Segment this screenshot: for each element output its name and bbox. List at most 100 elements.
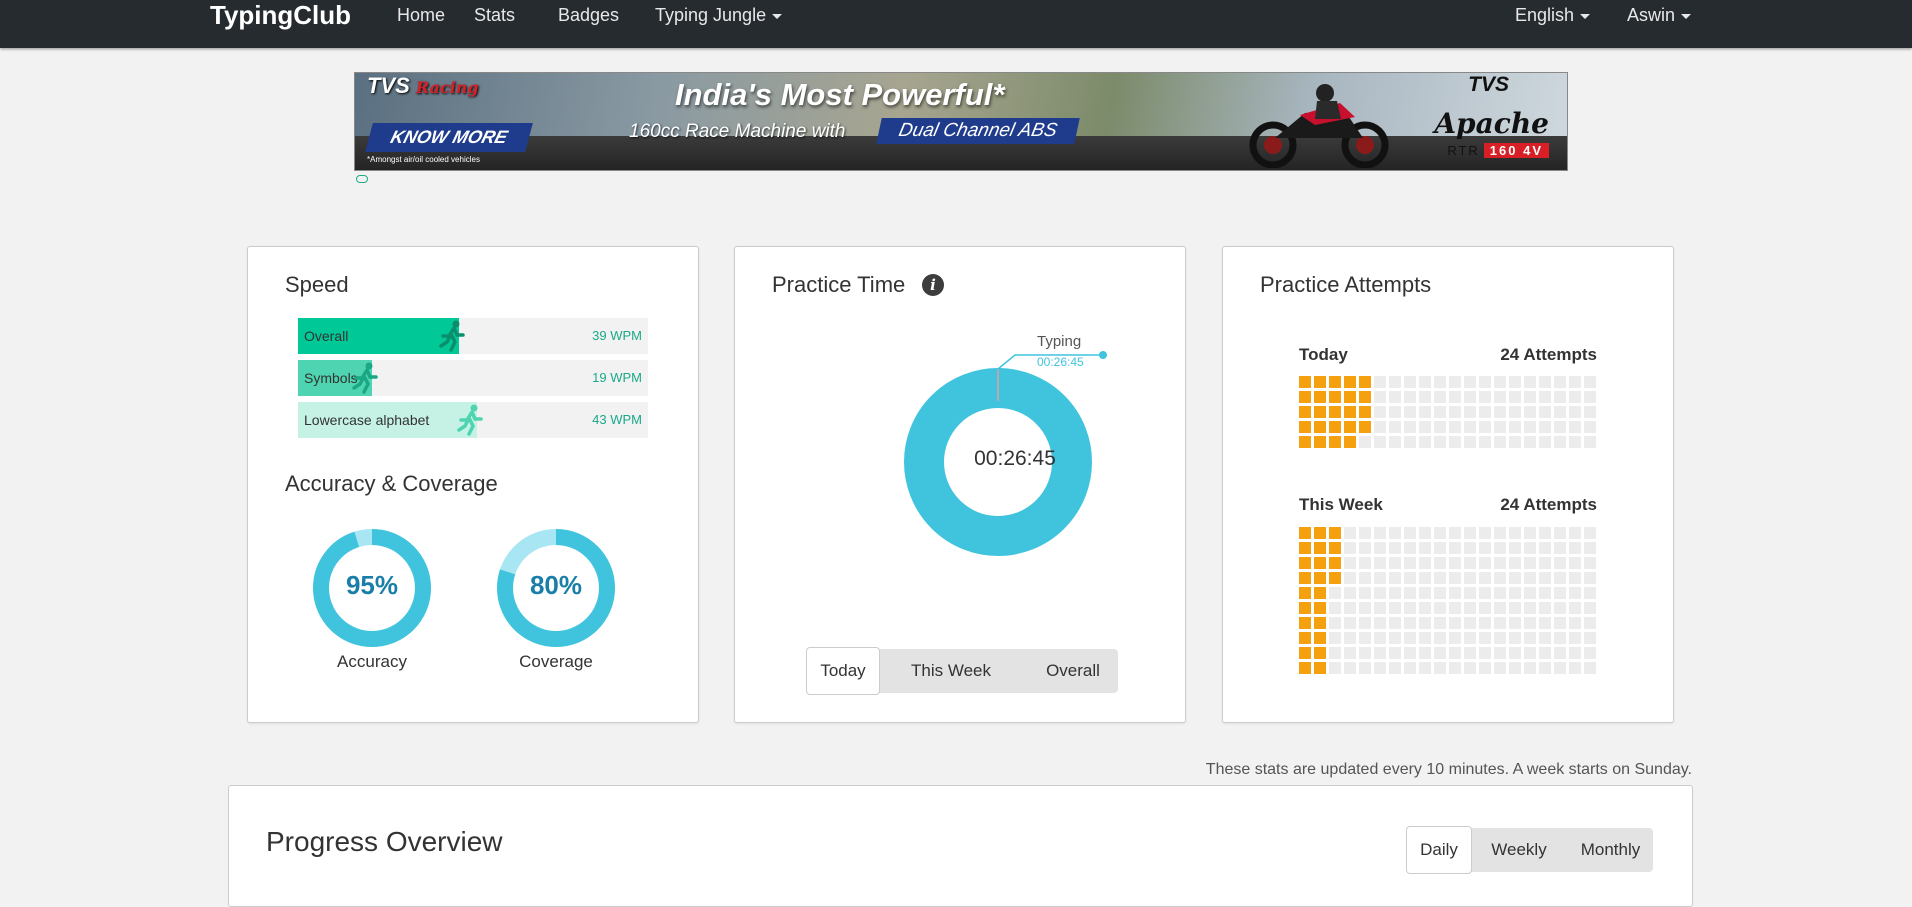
attempt-cell bbox=[1509, 542, 1521, 554]
attempt-cell bbox=[1539, 542, 1551, 554]
speed-value: 43 WPM bbox=[592, 412, 642, 427]
nav-stats[interactable]: Stats bbox=[474, 0, 515, 30]
attempt-cell bbox=[1329, 647, 1341, 659]
attempt-cell bbox=[1524, 572, 1536, 584]
attempt-cell bbox=[1344, 602, 1356, 614]
attempt-cell bbox=[1554, 662, 1566, 674]
attempt-cell bbox=[1554, 421, 1566, 433]
user-name: Aswin bbox=[1627, 5, 1676, 25]
attempt-cell bbox=[1494, 527, 1506, 539]
attempt-cell bbox=[1299, 587, 1311, 599]
nav-home[interactable]: Home bbox=[397, 0, 445, 30]
progress-tabs: Daily Weekly Monthly bbox=[1406, 826, 1653, 874]
attempt-cell bbox=[1554, 391, 1566, 403]
attempt-cell bbox=[1509, 557, 1521, 569]
attempt-cell bbox=[1299, 527, 1311, 539]
chevron-down-icon bbox=[772, 13, 783, 19]
ad-model-name: Apache bbox=[1434, 107, 1549, 140]
attempt-cell bbox=[1509, 662, 1521, 674]
attempt-cell bbox=[1329, 391, 1341, 403]
attempt-cell bbox=[1524, 391, 1536, 403]
adchoices-icon[interactable] bbox=[356, 175, 368, 183]
attempt-cell bbox=[1584, 421, 1596, 433]
attempt-cell bbox=[1464, 542, 1476, 554]
attempt-cell bbox=[1434, 587, 1446, 599]
brand-logo[interactable]: TypingClub bbox=[210, 0, 351, 30]
attempt-cell bbox=[1299, 421, 1311, 433]
attempt-cell bbox=[1404, 587, 1416, 599]
nav-typing-jungle[interactable]: Typing Jungle bbox=[655, 0, 783, 30]
attempt-cell bbox=[1359, 542, 1371, 554]
ad-banner[interactable]: TVS Racing India's Most Powerful* 160cc … bbox=[354, 72, 1568, 171]
attempt-cell bbox=[1359, 527, 1371, 539]
attempt-cell bbox=[1464, 391, 1476, 403]
ad-feature-pill: Dual Channel ABS bbox=[876, 118, 1080, 144]
attempt-cell bbox=[1494, 406, 1506, 418]
attempt-cell bbox=[1359, 406, 1371, 418]
attempt-cell bbox=[1314, 527, 1326, 539]
attempt-cell bbox=[1449, 391, 1461, 403]
coverage-percent: 80% bbox=[529, 570, 583, 600]
donut-center-time: 00:26:45 bbox=[974, 447, 1056, 470]
attempt-cell bbox=[1329, 406, 1341, 418]
language-dropdown[interactable]: English bbox=[1515, 0, 1591, 30]
attempt-cell bbox=[1434, 557, 1446, 569]
attempt-cell bbox=[1449, 602, 1461, 614]
attempt-cell bbox=[1374, 662, 1386, 674]
attempt-cell bbox=[1464, 632, 1476, 644]
tab-overall[interactable]: Overall bbox=[1028, 649, 1118, 693]
attempt-cell bbox=[1479, 406, 1491, 418]
attempt-cell bbox=[1359, 421, 1371, 433]
tab-this-week[interactable]: This Week bbox=[886, 649, 1016, 693]
attempts-week-label: This Week bbox=[1299, 495, 1383, 514]
attempt-cell bbox=[1539, 436, 1551, 448]
tab-monthly[interactable]: Monthly bbox=[1568, 828, 1653, 872]
attempt-cell bbox=[1314, 542, 1326, 554]
attempt-cell bbox=[1584, 391, 1596, 403]
attempt-cell bbox=[1404, 647, 1416, 659]
attempt-cell bbox=[1524, 617, 1536, 629]
attempt-cell bbox=[1329, 376, 1341, 388]
attempt-cell bbox=[1524, 662, 1536, 674]
attempt-cell bbox=[1434, 391, 1446, 403]
attempt-cell bbox=[1539, 617, 1551, 629]
attempt-cell bbox=[1479, 662, 1491, 674]
attempt-cell bbox=[1314, 406, 1326, 418]
attempt-cell bbox=[1389, 572, 1401, 584]
attempt-cell bbox=[1374, 647, 1386, 659]
attempt-cell bbox=[1539, 662, 1551, 674]
attempt-cell bbox=[1299, 662, 1311, 674]
speed-row-overall: Overall 39 WPM bbox=[298, 318, 648, 354]
attempt-cell bbox=[1374, 436, 1386, 448]
accuracy-label: Accuracy bbox=[337, 652, 407, 671]
attempt-cell bbox=[1509, 572, 1521, 584]
attempt-cell bbox=[1299, 391, 1311, 403]
attempt-cell bbox=[1494, 632, 1506, 644]
attempt-cell bbox=[1479, 527, 1491, 539]
attempt-cell bbox=[1374, 542, 1386, 554]
ad-know-more-button[interactable]: KNOW MORE bbox=[365, 123, 533, 152]
attempt-cell bbox=[1584, 632, 1596, 644]
attempt-cell bbox=[1449, 406, 1461, 418]
nav-typing-jungle-label: Typing Jungle bbox=[655, 5, 767, 25]
attempt-cell bbox=[1569, 527, 1581, 539]
attempt-cell bbox=[1539, 527, 1551, 539]
attempt-cell bbox=[1509, 647, 1521, 659]
attempt-cell bbox=[1539, 391, 1551, 403]
attempt-cell bbox=[1539, 406, 1551, 418]
attempt-cell bbox=[1419, 557, 1431, 569]
user-menu[interactable]: Aswin bbox=[1627, 0, 1692, 30]
attempt-cell bbox=[1524, 602, 1536, 614]
attempt-cell bbox=[1374, 421, 1386, 433]
attempt-cell bbox=[1584, 557, 1596, 569]
tab-daily[interactable]: Daily bbox=[1406, 826, 1472, 874]
attempt-cell bbox=[1344, 391, 1356, 403]
attempt-cell bbox=[1494, 662, 1506, 674]
attempt-cell bbox=[1389, 436, 1401, 448]
attempt-cell bbox=[1539, 632, 1551, 644]
nav-badges[interactable]: Badges bbox=[558, 0, 619, 30]
tab-weekly[interactable]: Weekly bbox=[1476, 828, 1562, 872]
attempt-cell bbox=[1389, 406, 1401, 418]
attempt-cell bbox=[1389, 527, 1401, 539]
tab-today[interactable]: Today bbox=[806, 647, 880, 695]
